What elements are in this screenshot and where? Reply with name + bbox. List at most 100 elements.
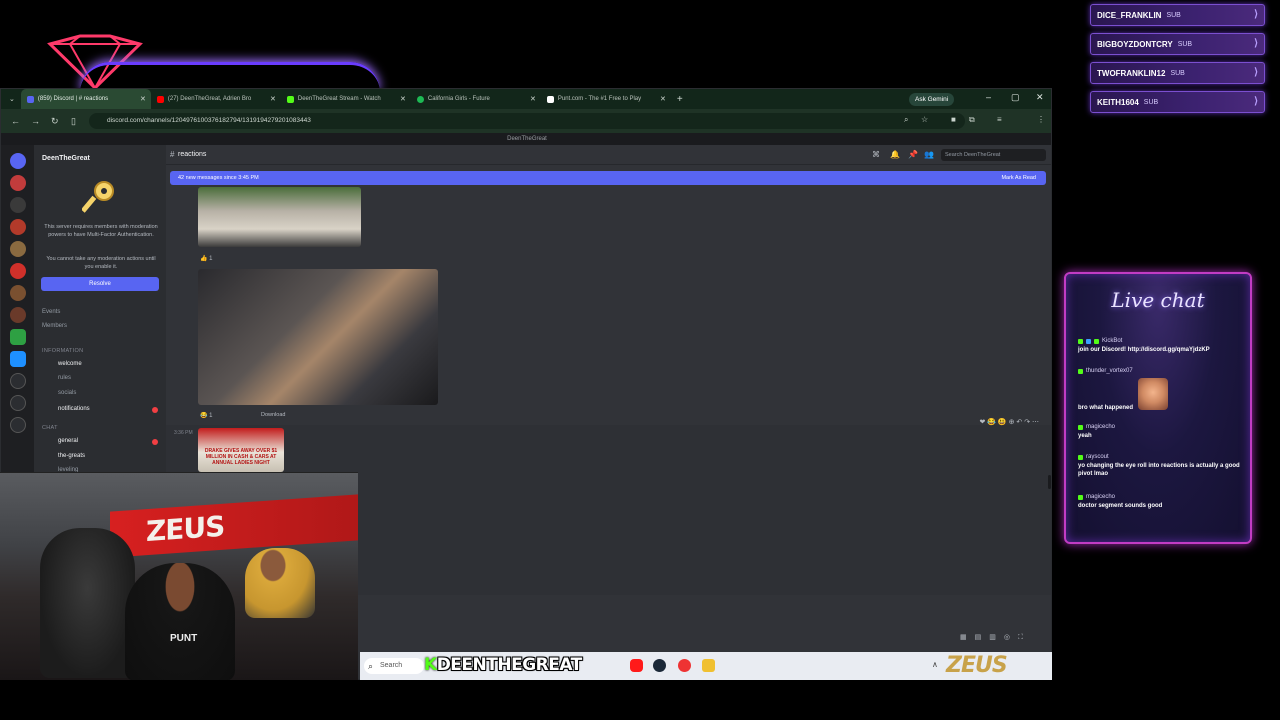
server-icon[interactable]	[10, 285, 26, 301]
discord-title-strip: DeenTheGreat	[1, 133, 1051, 145]
tab-punt[interactable]: Punt.com - The #1 Free to Play ✕	[541, 89, 671, 109]
chat-username: magicecho	[1086, 494, 1116, 500]
streamer	[125, 563, 235, 680]
sub-entry: DICE_FRANKLIN SUB ⟩	[1090, 4, 1265, 26]
sub-tag: SUB	[1177, 40, 1193, 48]
hash-icon: #	[170, 150, 175, 159]
pin-icon[interactable]: 📌	[908, 150, 918, 159]
spotify-icon	[416, 95, 424, 103]
channel-rules[interactable]: rules	[58, 375, 71, 381]
zoom-icon[interactable]: ⌕	[904, 115, 908, 125]
server-icon[interactable]	[10, 219, 26, 235]
channel-notifications[interactable]: notifications	[58, 406, 90, 412]
search-input[interactable]: Search DeenTheGreat	[941, 149, 1046, 161]
window-tools[interactable]: ▦▤▥◎⛶	[960, 633, 1031, 642]
kick-badge-icon	[1078, 368, 1083, 374]
category-chat[interactable]: CHAT	[42, 425, 58, 431]
recent-subs-list: DICE_FRANKLIN SUB ⟩ BIGBOYZDONTCRY SUB ⟩ TWO…	[1090, 4, 1265, 120]
news-image-attachment[interactable]: DRAKE GIVES AWAY OVER $1 MILLION IN CASH…	[198, 428, 284, 472]
sub-entry: TWOFRANKLIN12 SUB ⟩	[1090, 62, 1265, 84]
channel-socials[interactable]: socials	[58, 390, 76, 396]
new-tab-button[interactable]: +	[677, 94, 683, 105]
server-icon[interactable]	[10, 263, 26, 279]
close-window-icon[interactable]: ✕	[1036, 92, 1044, 103]
chevron-icon: ⟩	[1254, 38, 1258, 49]
guild-name[interactable]: DeenTheGreat	[42, 155, 90, 162]
reaction-button[interactable]: 👍 1	[200, 255, 212, 262]
discord-icon	[26, 95, 34, 103]
forward-icon[interactable]: →	[31, 116, 40, 126]
sub-name: KEITH1604	[1097, 97, 1139, 107]
server-icon[interactable]	[10, 351, 26, 367]
image-attachment[interactable]	[198, 269, 438, 405]
mute-icon[interactable]: 🔔	[890, 150, 900, 159]
sidebar-icon[interactable]: ▯	[71, 116, 76, 127]
resolve-button[interactable]: Resolve	[41, 277, 159, 291]
url-field[interactable]: discord.com/channels/1204976100376182794…	[89, 113, 965, 129]
chat-text: yo changing the eye roll into reactions …	[1078, 463, 1240, 477]
steam-icon[interactable]	[653, 659, 666, 672]
server-icon[interactable]	[10, 307, 26, 323]
add-server-icon[interactable]	[10, 373, 26, 389]
close-icon[interactable]: ✕	[270, 95, 276, 103]
tray-chevron-icon[interactable]: ∧	[932, 660, 938, 669]
tab-search-icon[interactable]: ⌄	[9, 95, 15, 103]
message-toolbar[interactable]: ❤ 😂 😃 ⊕ ↶ ↷ ⋯	[979, 418, 1039, 426]
close-icon[interactable]: ✕	[140, 95, 146, 103]
category-information[interactable]: INFORMATION	[42, 348, 83, 354]
tab-kick[interactable]: DeenTheGreat Stream - Watch ✕	[281, 89, 411, 109]
folder-icon[interactable]	[702, 659, 715, 672]
live-chat-title: Live chat	[1111, 288, 1205, 312]
download-button[interactable]: Download	[261, 412, 285, 418]
reload-icon[interactable]: ↻	[51, 116, 59, 127]
webcam-feed: ZEUS PUNT	[0, 472, 358, 680]
image-attachment[interactable]	[198, 187, 361, 247]
minimize-icon[interactable]: –	[986, 92, 991, 102]
reaction-button[interactable]: 😂 1	[200, 412, 212, 419]
youtube-icon[interactable]	[630, 659, 643, 672]
maximize-icon[interactable]: ▢	[1011, 92, 1020, 103]
menu-icon[interactable]: ⋮	[1037, 115, 1045, 124]
mark-as-read-button[interactable]: Mark As Read	[1001, 171, 1036, 185]
chevron-icon: ⟩	[1254, 67, 1258, 78]
kick-badge-icon	[1078, 454, 1083, 460]
kick-k: K	[424, 655, 437, 675]
server-icon[interactable]	[10, 329, 26, 345]
ask-gemini-button[interactable]: Ask Gemini	[909, 93, 955, 106]
menu-events[interactable]: Events	[42, 309, 60, 315]
bookmark-star-icon[interactable]: ☆	[921, 115, 928, 124]
chevron-icon: ⟩	[1254, 96, 1258, 107]
menu-members[interactable]: Members	[42, 323, 67, 329]
sub-entry: KEITH1604 SUB ⟩	[1090, 91, 1265, 113]
channel-general[interactable]: general	[58, 438, 78, 444]
chrome-icon[interactable]	[678, 659, 691, 672]
threads-icon[interactable]: ⌘	[872, 150, 880, 159]
tab-discord[interactable]: (859) Discord | # reactions ✕	[20, 89, 151, 109]
channel-welcome[interactable]: welcome	[58, 361, 82, 367]
discover-icon[interactable]	[10, 395, 26, 411]
gaming-chair	[40, 528, 135, 678]
server-icon[interactable]	[10, 241, 26, 257]
extension-icon[interactable]: ■	[951, 115, 956, 124]
profile-icon[interactable]: ≡	[997, 115, 1002, 124]
punt-icon	[546, 95, 554, 103]
tab-youtube[interactable]: (27) DeenTheGreat, Adrien Bro ✕	[151, 89, 281, 109]
tab-spotify[interactable]: California Girls - Future ✕	[411, 89, 541, 109]
chat-message: rayscout yo changing the eye roll into r…	[1078, 454, 1242, 478]
server-icon[interactable]	[10, 175, 26, 191]
close-icon[interactable]: ✕	[400, 95, 406, 103]
channel-the-greats[interactable]: the-greats	[58, 453, 85, 459]
new-messages-bar[interactable]: 42 new messages since 3:45 PM Mark As Rea…	[170, 171, 1046, 185]
back-icon[interactable]: ←	[11, 116, 20, 126]
close-icon[interactable]: ✕	[660, 95, 666, 103]
close-icon[interactable]: ✕	[530, 95, 536, 103]
key-icon	[82, 181, 114, 213]
taskbar-search[interactable]: Search	[364, 658, 424, 674]
members-icon[interactable]: 👥	[924, 150, 934, 159]
puzzle-icon[interactable]: ⧉	[969, 115, 975, 125]
scrollbar[interactable]	[1048, 475, 1051, 489]
server-icon[interactable]	[10, 197, 26, 213]
channel-header: # reactions ⌘ 🔔 📌 👥 Search DeenTheGreat	[166, 145, 1051, 165]
home-icon[interactable]	[10, 153, 26, 169]
download-icon[interactable]	[10, 417, 26, 433]
